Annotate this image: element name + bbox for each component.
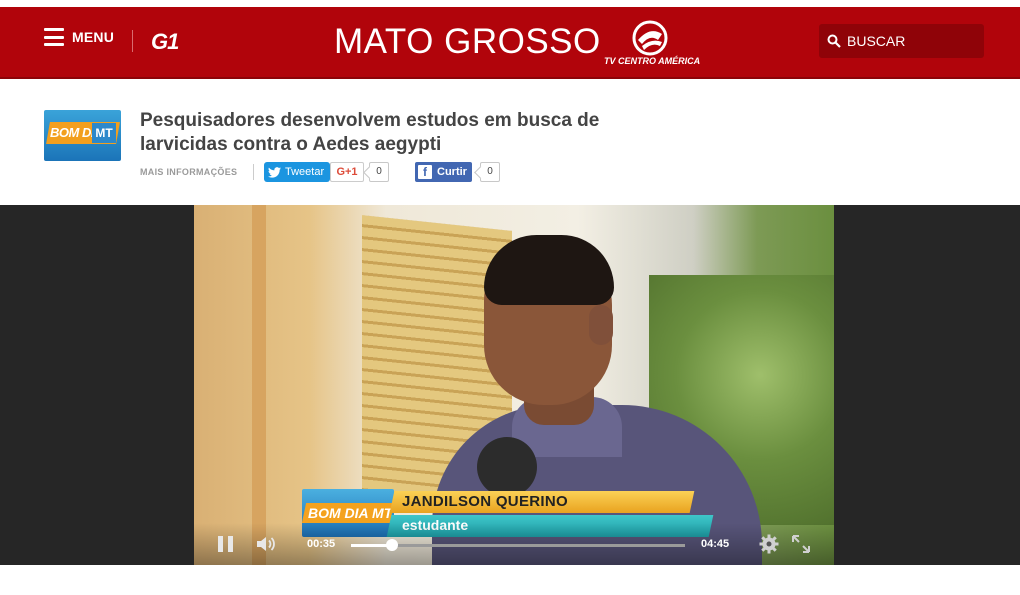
more-info-link[interactable]: MAIS INFORMAÇÕES <box>140 167 237 177</box>
duration: 04:45 <box>701 538 730 550</box>
pause-icon <box>218 536 223 552</box>
interviewee-name: JANDILSON QUERINO <box>402 493 568 510</box>
hamburger-icon <box>44 28 64 46</box>
volume-icon <box>257 537 275 551</box>
g1-logo[interactable]: G1 <box>151 29 179 55</box>
video-player: BOM DIA MT JANDILSON QUERINO estudante 0… <box>0 205 1020 565</box>
program-thumbnail-badge: MT <box>92 123 116 143</box>
article-headline: Pesquisadores desenvolvem estudos em bus… <box>140 110 600 155</box>
current-time: 00:35 <box>307 538 336 550</box>
settings-button[interactable] <box>759 534 779 559</box>
menu-label: MENU <box>72 29 115 45</box>
header-divider <box>132 30 133 52</box>
facebook-icon: f <box>418 165 432 179</box>
pause-button[interactable] <box>218 536 234 552</box>
fullscreen-icon <box>792 535 810 553</box>
menu-button[interactable]: MENU <box>44 26 114 48</box>
program-thumbnail[interactable]: BOM DIA MT <box>44 110 121 161</box>
tweet-button[interactable]: Tweetar <box>264 162 330 182</box>
info-divider <box>253 164 254 180</box>
player-controls: 00:35 04:45 <box>194 523 834 565</box>
gplus-button[interactable]: G+1 <box>330 162 364 182</box>
facebook-like-button[interactable]: f Curtir <box>415 162 472 182</box>
tv-logo-text: TV CENTRO AMÉRICA <box>604 56 701 66</box>
tweet-label: Tweetar <box>285 166 325 178</box>
gear-icon <box>759 534 779 554</box>
like-label: Curtir <box>437 166 467 178</box>
seek-bar[interactable] <box>351 539 685 551</box>
lower-third-logo-text: BOM DIA MT <box>308 505 393 521</box>
video-frame[interactable]: BOM DIA MT JANDILSON QUERINO estudante <box>194 205 834 565</box>
gplus-count: 0 <box>369 162 389 182</box>
site-title[interactable]: MATO GROSSO <box>334 22 601 62</box>
volume-button[interactable] <box>256 536 278 557</box>
fullscreen-button[interactable] <box>792 535 810 558</box>
search-icon <box>827 34 841 48</box>
tv-logo-icon <box>632 20 668 56</box>
article-header: BOM DIA MT Pesquisadores desenvolvem est… <box>0 80 1020 205</box>
search-box[interactable] <box>819 24 984 58</box>
tv-centro-america-logo[interactable]: TV CENTRO AMÉRICA <box>604 20 701 68</box>
seek-handle[interactable] <box>386 539 399 551</box>
top-header: MENU G1 MATO GROSSO TV CENTRO AMÉRICA <box>0 0 1020 80</box>
twitter-icon <box>268 166 281 178</box>
search-input[interactable] <box>847 33 977 49</box>
like-count: 0 <box>480 162 500 182</box>
